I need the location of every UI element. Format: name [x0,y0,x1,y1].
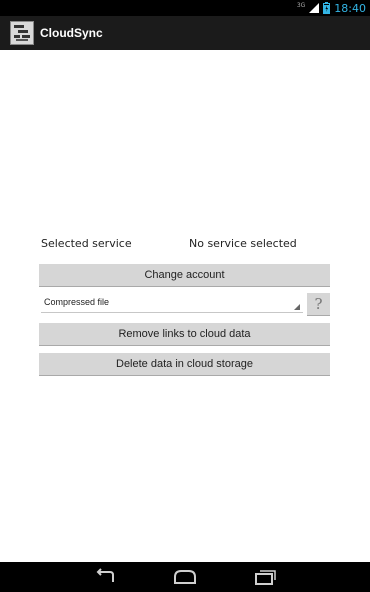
selected-service-row: Selected service No service selected [41,237,331,253]
recent-apps-icon[interactable] [252,568,278,586]
action-bar: CloudSync [0,16,370,50]
network-type: 3G [296,1,306,9]
selected-service-value: No service selected [189,237,297,250]
help-button[interactable]: ? [307,293,330,316]
delete-data-button[interactable]: Delete data in cloud storage [39,353,330,376]
app-title: CloudSync [40,26,103,40]
back-icon[interactable] [92,568,118,586]
change-account-button[interactable]: Change account [39,264,330,287]
home-icon[interactable] [172,568,198,586]
main-content: Selected service No service selected Cha… [0,50,370,562]
battery-icon [323,2,331,14]
signal-icon [309,3,320,13]
dropdown-arrow-icon [294,304,300,310]
app-icon[interactable] [10,21,34,45]
selected-service-label: Selected service [41,237,132,250]
format-select[interactable]: Compressed file [41,293,303,313]
clock: 18:40 [334,1,366,15]
status-bar: 3G 18:40 [0,0,370,16]
remove-links-button[interactable]: Remove links to cloud data [39,323,330,346]
navigation-bar [0,562,370,592]
format-select-value: Compressed file [44,297,110,307]
